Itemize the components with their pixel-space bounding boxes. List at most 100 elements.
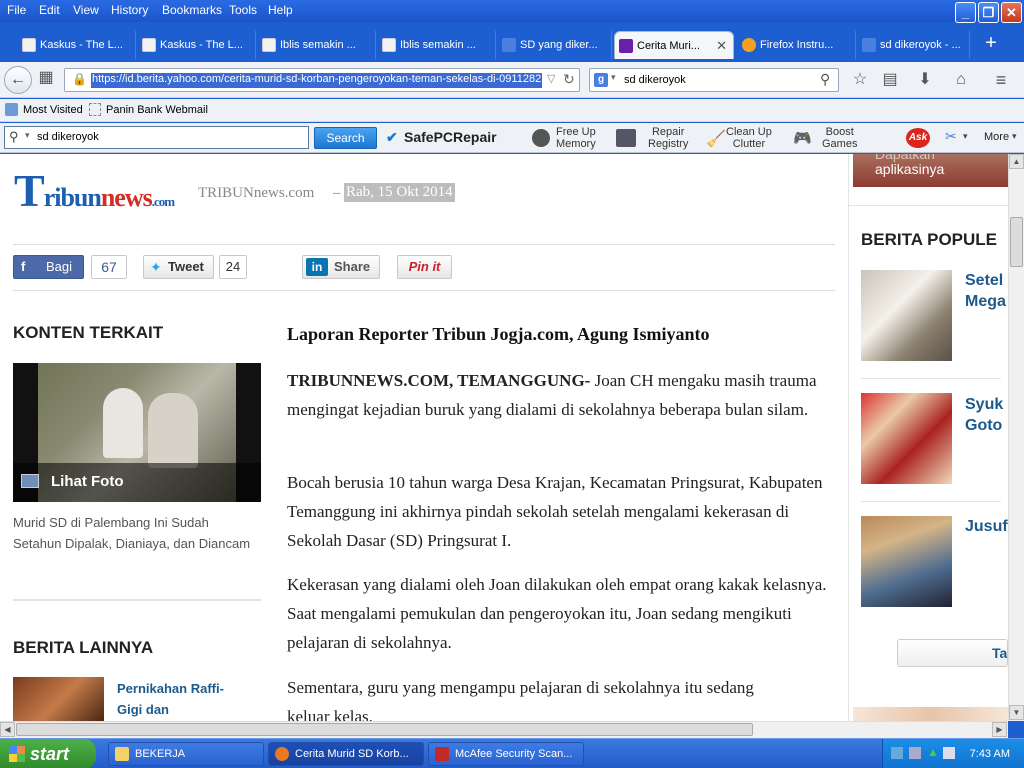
tools-wrench-icon[interactable]: ✂: [945, 128, 957, 145]
clock: 7:43 AM: [969, 748, 1010, 760]
search-query: sd dikeroyok: [624, 74, 686, 86]
bookmark-panin[interactable]: Panin Bank Webmail: [106, 104, 208, 116]
right-ad-bottom[interactable]: [853, 707, 1008, 721]
menu-hamburger-icon[interactable]: ≡: [991, 70, 1011, 90]
search-bar[interactable]: g ▾ sd dikeroyok ⚲: [589, 68, 839, 92]
page-info-icon[interactable]: ▦: [36, 68, 56, 88]
more-dropdown-icon[interactable]: ▾: [1012, 131, 1017, 142]
minimize-button[interactable]: _: [955, 2, 976, 23]
task-label: Cerita Murid SD Korb...: [295, 748, 409, 760]
taskbar-item-mcafee[interactable]: McAfee Security Scan...: [428, 742, 584, 766]
repair-registry-button[interactable]: Repair Registry: [648, 126, 688, 150]
menu-help[interactable]: Help: [268, 3, 293, 17]
dropdown-arrow-icon[interactable]: ▽: [547, 72, 555, 85]
horizontal-scroll-thumb[interactable]: [16, 723, 753, 736]
free-up-memory-button[interactable]: Free Up Memory: [556, 126, 596, 150]
safepc-repair-logo[interactable]: SafePCRepair: [404, 129, 497, 145]
related-caption[interactable]: Murid SD di Palembang Ini Sudah Setahun …: [13, 512, 258, 554]
populer-link-3[interactable]: Jusuf: [965, 518, 1008, 536]
populer-link-1[interactable]: Setel Mega: [965, 270, 1006, 312]
tools-dropdown-icon[interactable]: ▾: [963, 131, 968, 142]
web-page: Tribunnews.com TRIBUNnews.com – Rab, 15 …: [0, 154, 1008, 721]
child-figure: [103, 388, 143, 458]
reading-list-icon[interactable]: ▤: [880, 70, 900, 90]
new-tab-button[interactable]: +: [980, 31, 1002, 55]
menu-file[interactable]: File: [7, 3, 26, 17]
tab-iblis-2[interactable]: Iblis semakin ...: [378, 31, 496, 59]
tab-iblis-1[interactable]: Iblis semakin ...: [258, 31, 376, 59]
reload-icon[interactable]: ↻: [563, 71, 575, 88]
search-icon[interactable]: ⚲: [820, 71, 830, 88]
device-icon[interactable]: [909, 747, 921, 759]
clean-up-clutter-button[interactable]: Clean Up Clutter: [726, 126, 772, 150]
vertical-scroll-thumb[interactable]: [1010, 217, 1023, 267]
start-button[interactable]: start: [0, 739, 96, 768]
tab-kaskus-1[interactable]: Kaskus - The L...: [18, 31, 136, 59]
more-button[interactable]: More: [984, 131, 1009, 143]
tribunnews-logo[interactable]: Tribunnews.com: [14, 164, 175, 217]
scroll-right-icon[interactable]: ▶: [992, 722, 1007, 737]
menu-tools[interactable]: Tools: [229, 3, 257, 17]
lock-icon: 🔒: [72, 72, 87, 86]
horizontal-scrollbar[interactable]: ◀ ▶: [0, 721, 1008, 738]
scroll-down-icon[interactable]: ▼: [1009, 705, 1024, 720]
linkedin-share-button[interactable]: in Share: [302, 255, 380, 279]
tab-firefox-instru[interactable]: Firefox Instru...: [738, 31, 856, 59]
tab-label: Iblis semakin ...: [400, 39, 476, 51]
menu-view[interactable]: View: [73, 3, 99, 17]
populer-tab-button[interactable]: Ta: [897, 639, 1008, 667]
boost-games-button[interactable]: Boost Games: [822, 126, 857, 150]
engine-dropdown-icon[interactable]: ▾: [611, 72, 616, 83]
back-button[interactable]: ←: [4, 66, 32, 94]
speaker-icon[interactable]: [943, 747, 955, 759]
google-engine-icon[interactable]: g: [594, 73, 608, 87]
task-label: McAfee Security Scan...: [455, 748, 573, 760]
right-ad-banner[interactable]: Dapatkan aplikasinya: [853, 154, 1008, 187]
bookmark-star-icon[interactable]: ☆: [850, 70, 870, 90]
ask-logo-icon[interactable]: Ask: [906, 128, 930, 148]
scroll-up-icon[interactable]: ▲: [1009, 154, 1024, 169]
toolbar-search-button[interactable]: Search: [314, 127, 377, 149]
network-icon[interactable]: [891, 747, 903, 759]
populer-link-2[interactable]: Syuk Goto: [965, 394, 1003, 436]
download-icon[interactable]: ⬇: [915, 70, 935, 90]
taskbar: start BEKERJA Cerita Murid SD Korb... Mc…: [0, 738, 1024, 768]
toolbar-query: sd dikeroyok: [37, 131, 99, 143]
tab-sd-dikeroyok[interactable]: sd dikeroyok - ...: [858, 31, 970, 59]
facebook-share-button[interactable]: f Bagi: [13, 255, 84, 279]
taskbar-item-bekerja[interactable]: BEKERJA: [108, 742, 264, 766]
kaskus-favicon-icon: [142, 38, 156, 52]
warning-triangle-icon[interactable]: ▲: [927, 746, 939, 758]
close-tab-icon[interactable]: ✕: [716, 32, 727, 59]
tweet-button[interactable]: ✦ Tweet: [143, 255, 214, 279]
close-window-button[interactable]: ✕: [1001, 2, 1022, 23]
home-icon[interactable]: ⌂: [951, 70, 971, 90]
memory-icon: [532, 129, 550, 147]
url-bar[interactable]: 🔒 https://id.berita.yahoo.com/cerita-mur…: [64, 68, 580, 92]
restore-button[interactable]: ❐: [978, 2, 999, 23]
populer-thumbnail-1[interactable]: [861, 270, 952, 361]
dropdown-icon[interactable]: ▾: [25, 130, 30, 141]
scroll-left-icon[interactable]: ◀: [0, 722, 15, 737]
populer-thumbnail-3[interactable]: [861, 516, 952, 607]
lainnya-link[interactable]: Pernikahan Raffi-Gigi dan: [117, 678, 227, 720]
url-text[interactable]: https://id.berita.yahoo.com/cerita-murid…: [91, 73, 543, 88]
tab-kaskus-2[interactable]: Kaskus - The L...: [138, 31, 256, 59]
menu-history[interactable]: History: [111, 3, 148, 17]
taskbar-item-firefox[interactable]: Cerita Murid SD Korb...: [268, 742, 424, 766]
related-photo[interactable]: Lihat Foto: [13, 363, 261, 502]
logo-letter-t: T: [14, 165, 45, 216]
menu-bookmarks[interactable]: Bookmarks: [162, 3, 222, 17]
tab-cerita-murid[interactable]: Cerita Muri... ✕: [614, 31, 734, 59]
divider: [861, 378, 1001, 379]
toolbar-search-input[interactable]: ⚲ ▾ sd dikeroyok: [4, 126, 309, 149]
article-date: Rab, 15 Okt 2014: [344, 183, 455, 202]
pinterest-button[interactable]: Pin it: [397, 255, 452, 279]
menu-edit[interactable]: Edit: [39, 3, 60, 17]
divider: [13, 290, 835, 291]
bookmark-most-visited[interactable]: Most Visited: [23, 104, 83, 116]
lainnya-thumbnail[interactable]: [13, 677, 104, 721]
vertical-scrollbar[interactable]: ▲ ▼: [1008, 154, 1024, 721]
tab-sd-yang[interactable]: SD yang diker...: [498, 31, 612, 59]
populer-thumbnail-2[interactable]: [861, 393, 952, 484]
